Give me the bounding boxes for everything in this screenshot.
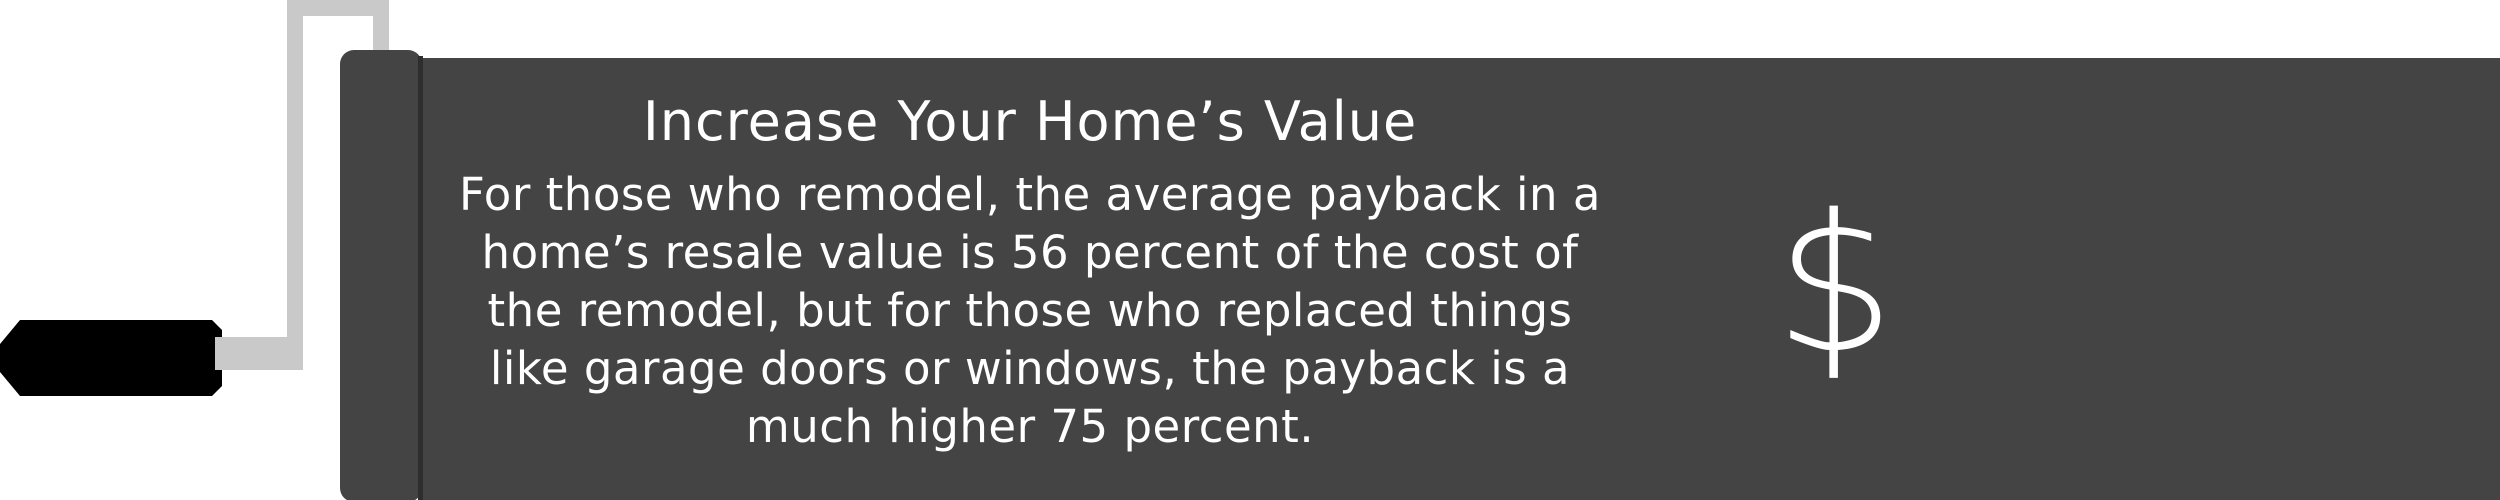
roller-frame-right [373,0,389,56]
banner-title: Increase Your Home’s Value [642,90,1418,153]
roller-cylinder [340,50,422,500]
roller-frame-left [287,0,303,350]
roller-edge [418,56,423,500]
banner-body-text: For those who remodel, the average payba… [459,168,1601,453]
roller-handle [0,320,222,396]
paint-roller-banner: Increase Your Home’s Value For those who… [0,0,2500,500]
dollar-sign-icon: $ [1774,174,1896,395]
